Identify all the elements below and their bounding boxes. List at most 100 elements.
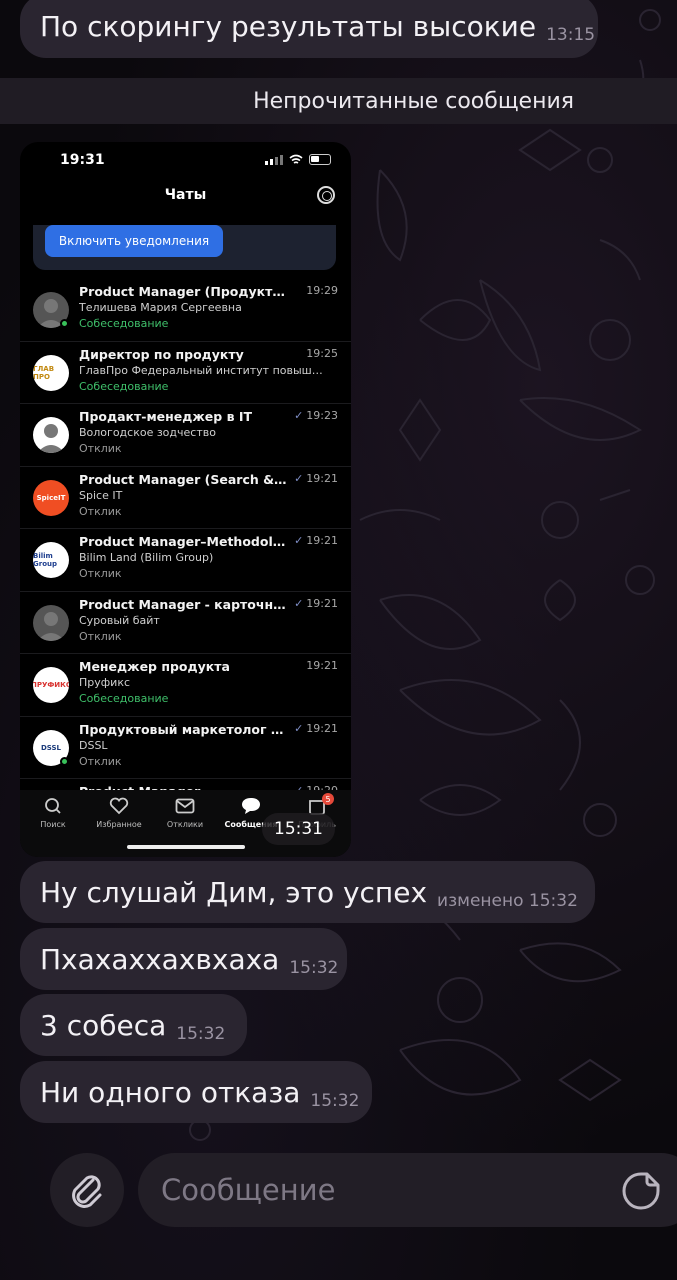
chat-status: Отклик	[79, 504, 122, 518]
home-indicator	[127, 845, 245, 849]
heart-icon	[86, 796, 152, 816]
tab-search[interactable]: Поиск	[20, 796, 86, 829]
tab-mail[interactable]: Отклики	[152, 796, 218, 829]
attach-button[interactable]	[50, 1153, 124, 1227]
support-icon[interactable]	[317, 186, 335, 204]
chat-list-item[interactable]: SpiceIT Product Manager (Search & ML S… …	[20, 467, 351, 529]
chat-company: Пруфикс	[79, 676, 131, 689]
message-text: Ну слушай Дим, это успех	[40, 875, 428, 909]
status-icons	[265, 154, 331, 165]
chat-time: 19:21	[306, 596, 338, 610]
paperclip-icon	[72, 1175, 102, 1208]
tab-heart[interactable]: Избранное	[86, 796, 152, 829]
message-time: изменено 15:32	[437, 891, 578, 911]
chat-title: Продакт-менеджер в IT	[79, 409, 253, 424]
chat-time: 19:21	[306, 721, 338, 735]
chat-time-wrap: ✓ 19:21	[294, 534, 338, 547]
message-text: По скорингу результаты высокие	[40, 9, 537, 43]
chat-list: Product Manager (Продуктолог) Телишева М…	[20, 279, 351, 842]
avatar-text: SpiceIT	[36, 493, 66, 502]
avatar	[33, 417, 69, 453]
chat-status: Отклик	[79, 629, 122, 643]
search-icon	[20, 796, 86, 816]
message-bubble[interactable]: Пхахаххахвхаха 15:32	[20, 928, 347, 990]
chat-company: Телишева Мария Сергеевна	[79, 301, 242, 314]
chat-title: Менеджер продукта	[79, 659, 230, 674]
message-bubble[interactable]: По скорингу результаты высокие 13:15	[20, 0, 598, 58]
unread-label: Непрочитанные сообщения	[253, 88, 574, 114]
avatar: ГЛАВ ПРО	[33, 354, 69, 391]
message-bubble[interactable]: Ну слушай Дим, это успех изменено 15:32	[20, 861, 595, 923]
wifi-icon	[289, 154, 303, 164]
chat-time-wrap: ✓ 19:21	[294, 597, 338, 610]
chat-status: Отклик	[79, 442, 122, 455]
sticker-icon[interactable]	[621, 1171, 661, 1211]
avatar	[33, 604, 69, 641]
message-text: Пхахаххахвхаха	[40, 942, 280, 976]
chat-time: 19:25	[306, 346, 338, 360]
chat-list-item[interactable]: Продакт-менеджер в IT Вологодское зодчес…	[20, 404, 351, 467]
enable-notifications-button[interactable]: Включить уведомления	[45, 225, 223, 257]
read-check-icon: ✓	[294, 409, 304, 422]
chat-status: Собеседование	[79, 317, 169, 330]
chat-status: Собеседование	[79, 692, 169, 705]
message-bubble[interactable]: Ни одного отказа 15:32	[20, 1061, 372, 1123]
chat-time: 19:23	[306, 409, 338, 422]
online-indicator	[60, 756, 69, 766]
chat-title: Продуктовый маркетолог (B2B)	[79, 721, 289, 737]
message-input[interactable]	[161, 1173, 601, 1207]
tab-label: Избранное	[96, 820, 142, 829]
avatar: Bilim Group	[33, 542, 69, 578]
chat-company: Spice IT	[79, 488, 123, 502]
chat-time-wrap: ✓ 19:21	[294, 722, 338, 735]
chat-title: Директор по продукту	[79, 346, 244, 362]
read-check-icon: ✓	[294, 534, 304, 547]
message-text: Ни одного отказа	[40, 1075, 301, 1109]
online-indicator	[60, 319, 69, 328]
tab-label: Поиск	[40, 820, 66, 829]
chat-time-wrap: 19:29	[303, 284, 338, 297]
message-time: 15:32	[310, 1091, 360, 1111]
chat-title: Product Manager - карточные пр…	[79, 596, 289, 612]
chat-list-item[interactable]: ПРУФИКС Менеджер продукта Пруфикс Собесе…	[20, 654, 351, 717]
chat-list-item[interactable]: DSSL Продуктовый маркетолог (B2B) DSSL О…	[20, 717, 351, 779]
chat-time-wrap: 19:25	[303, 347, 338, 360]
chat-list-item[interactable]: Product Manager (Продуктолог) Телишева М…	[20, 279, 351, 342]
avatar-text: ПРУФИКС	[33, 681, 69, 689]
avatar: SpiceIT	[33, 479, 69, 516]
message-time: 15:31	[262, 813, 335, 845]
chat-list-item[interactable]: Product Manager - карточные пр… Суровый …	[20, 592, 351, 654]
avatar-text: ГЛАВ ПРО	[33, 364, 55, 381]
avatar: ПРУФИКС	[33, 667, 69, 703]
chats-title: Чаты	[164, 187, 207, 203]
avatar-placeholder-icon	[37, 424, 65, 453]
status-time: 19:31	[60, 152, 105, 168]
unread-separator: Непрочитанные сообщения	[0, 78, 677, 124]
chat-title: Product Manager–Methodologist…	[79, 534, 289, 549]
avatar-text: Bilim Group	[33, 552, 58, 568]
chat-company: Bilim Land (Bilim Group)	[79, 551, 214, 564]
chat-company: Суровый байт	[79, 613, 160, 627]
message-input-field[interactable]	[138, 1153, 677, 1227]
battery-icon	[309, 154, 331, 165]
chat-list-item[interactable]: ГЛАВ ПРО Директор по продукту ГлавПро Фе…	[20, 342, 351, 404]
message-bubble[interactable]: 3 собеса 15:32	[20, 994, 247, 1056]
chat-time: 19:29	[306, 284, 338, 297]
message-time: 15:32	[289, 958, 339, 978]
chat-list-item[interactable]: Bilim Group Product Manager–Methodologis…	[20, 529, 351, 592]
chat-company: Вологодское зодчество	[79, 426, 216, 439]
image-message[interactable]: 19:31 Чаты Включить уведомления Product …	[20, 142, 351, 857]
message-time: 15:32	[176, 1024, 226, 1044]
notification-badge: 5	[322, 793, 334, 805]
chat-time: 19:21	[306, 659, 338, 672]
chat-time-wrap: ✓ 19:21	[294, 472, 338, 485]
chat-status: Собеседование	[79, 379, 169, 393]
chat-status: Отклик	[79, 567, 122, 580]
chat-time-wrap: 19:21	[303, 659, 338, 672]
mail-icon	[152, 796, 218, 816]
avatar-placeholder-icon	[37, 611, 65, 641]
chat-time: 19:21	[306, 471, 338, 485]
tab-label: Отклики	[166, 820, 204, 829]
read-check-icon: ✓	[294, 596, 304, 610]
chat-company: ГлавПро Федеральный институт повышения…	[79, 363, 329, 377]
